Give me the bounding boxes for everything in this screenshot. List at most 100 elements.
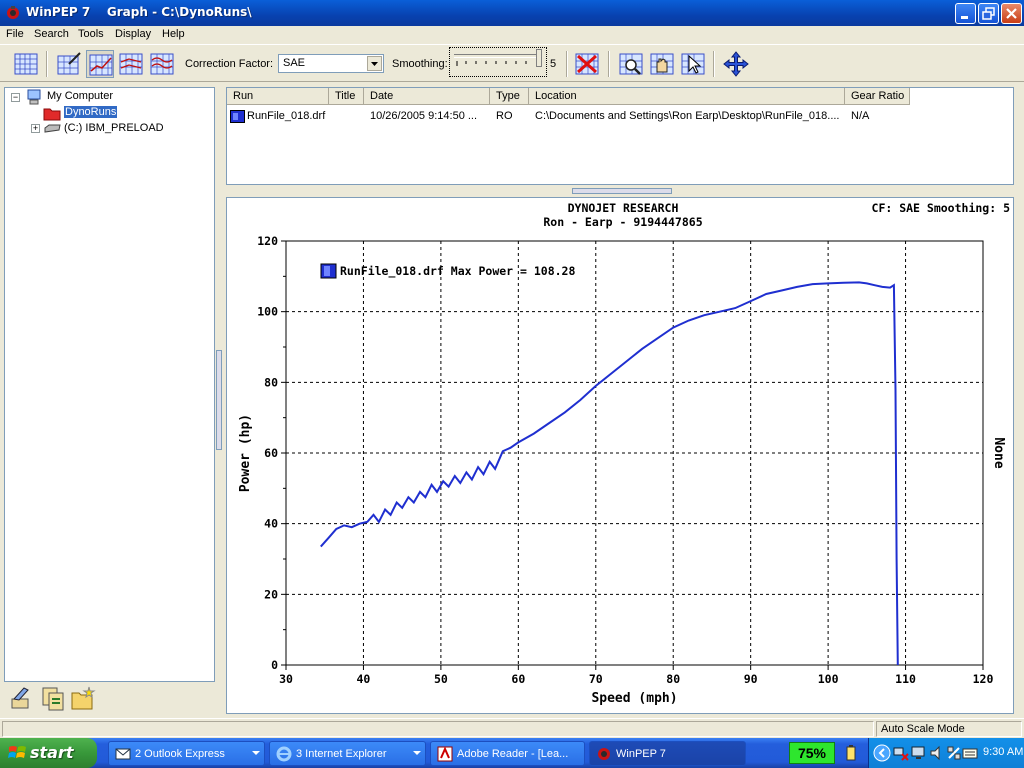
x-tick-label: 50 <box>434 672 448 686</box>
column-header-location[interactable]: Location <box>529 88 845 105</box>
folder-icon <box>43 108 61 121</box>
task-winpep[interactable]: WinPEP 7 <box>589 741 746 766</box>
hand-icon <box>650 53 674 75</box>
tree-item-dynoruns[interactable]: DynoRuns <box>64 106 118 118</box>
adobe-reader-icon <box>437 746 453 762</box>
start-button[interactable]: start <box>0 738 97 768</box>
cursor-icon <box>681 53 705 75</box>
tools-icon[interactable] <box>8 685 34 711</box>
move-arrows-icon <box>723 51 749 77</box>
x-tick-label: 80 <box>666 672 680 686</box>
zoom-button[interactable] <box>617 50 645 78</box>
tree-item-drive-c[interactable]: (C:) IBM_PRELOAD <box>64 122 164 134</box>
horizontal-splitter[interactable] <box>572 188 672 194</box>
title-bar[interactable]: WinPEP 7 Graph - C:\DynoRuns\ <box>0 0 1024 26</box>
menu-search[interactable]: Search <box>34 28 69 40</box>
expand-toggle[interactable]: + <box>31 124 40 133</box>
keyboard-icon[interactable] <box>962 745 978 761</box>
pan-button[interactable] <box>648 50 676 78</box>
system-tray: 9:30 AM <box>868 738 1024 768</box>
battery-icon[interactable] <box>845 744 857 762</box>
cell-type: RO <box>496 110 513 122</box>
collapse-toggle[interactable]: − <box>11 93 20 102</box>
monitor-icon[interactable] <box>911 745 927 761</box>
menu-bar: File Search Tools Display Help <box>0 26 1024 44</box>
y-tick-label: 20 <box>264 587 278 601</box>
afr-graph-button[interactable] <box>148 50 176 78</box>
cell-location: C:\Documents and Settings\Ron Earp\Deskt… <box>535 110 840 122</box>
copy-file-icon[interactable] <box>40 685 66 711</box>
power-chart[interactable]: DYNOJET RESEARCH Ron - Earp - 9194447865… <box>227 198 1013 713</box>
network-icon[interactable] <box>893 745 909 761</box>
cell-gear-ratio: N/A <box>851 110 870 122</box>
torque-graph-button[interactable] <box>117 50 145 78</box>
menu-display[interactable]: Display <box>115 28 151 40</box>
smoothing-value: 5 <box>550 58 557 70</box>
graph-wand-icon <box>57 52 81 75</box>
x-tick-label: 110 <box>895 672 916 686</box>
column-header-date[interactable]: Date <box>364 88 490 105</box>
status-panel-main <box>2 721 874 737</box>
line-graph-icon <box>89 54 113 76</box>
series-line-runfile-018[interactable] <box>320 281 899 666</box>
chart-header-settings: CF: SAE Smoothing: 5 <box>872 201 1011 215</box>
task-outlook-express[interactable]: 2 Outlook Express <box>108 741 265 766</box>
start-label: start <box>30 743 74 762</box>
y-tick-label: 60 <box>264 446 278 460</box>
chevron-down-icon <box>413 751 421 755</box>
autoscale-button[interactable] <box>722 50 750 78</box>
column-header-title[interactable]: Title <box>329 88 364 105</box>
minimize-button[interactable] <box>955 3 976 24</box>
dropdown-arrow[interactable] <box>367 56 382 71</box>
tree-item-my-computer[interactable]: My Computer <box>47 90 113 102</box>
menu-tools[interactable]: Tools <box>78 28 104 40</box>
table-row[interactable]: RunFile_018.drf 10/26/2005 9:14:50 ... R… <box>227 106 1013 126</box>
right-axis-label: None <box>991 437 1006 468</box>
clear-graph-button[interactable] <box>573 50 601 78</box>
multi-line-graph-icon <box>119 53 143 75</box>
task-label: 2 Outlook Express <box>135 748 225 760</box>
task-label: Adobe Reader - [Lea... <box>457 748 569 760</box>
task-adobe-reader[interactable]: Adobe Reader - [Lea... <box>430 741 585 766</box>
zoom-icon <box>619 53 643 75</box>
correction-factor-select[interactable]: SAE <box>278 54 384 73</box>
grid-view-button[interactable] <box>12 50 40 78</box>
x-tick-label: 70 <box>589 672 603 686</box>
close-button[interactable] <box>1001 3 1022 24</box>
maximize-button[interactable] <box>978 3 999 24</box>
new-folder-icon[interactable] <box>70 685 96 711</box>
y-tick-label: 120 <box>257 234 278 248</box>
menu-file[interactable]: File <box>6 28 24 40</box>
legend-label: RunFile_018.drf Max Power = 108.28 <box>340 264 575 279</box>
folder-tree: − My Computer DynoRuns + (C:) IBM_PRELOA… <box>4 87 215 682</box>
vertical-splitter[interactable] <box>216 350 222 450</box>
clear-graph-icon <box>575 53 599 75</box>
chart-header-company: DYNOJET RESEARCH <box>568 201 679 215</box>
column-header-type[interactable]: Type <box>490 88 529 105</box>
battery-meter[interactable]: 75% <box>789 742 835 764</box>
wave-graph-icon <box>150 53 174 75</box>
smoothing-label: Smoothing: <box>392 58 448 70</box>
x-axis-label: Speed (mph) <box>591 691 677 706</box>
menu-help[interactable]: Help <box>162 28 185 40</box>
clock[interactable]: 9:30 AM <box>983 746 1023 758</box>
pointer-button[interactable] <box>679 50 707 78</box>
y-tick-label: 40 <box>264 517 278 531</box>
status-mode: Auto Scale Mode <box>876 721 1022 737</box>
chevron-left-icon[interactable] <box>873 744 891 762</box>
column-header-gear-ratio[interactable]: Gear Ratio <box>845 88 910 105</box>
task-label: 3 Internet Explorer <box>296 748 387 760</box>
volume-icon[interactable] <box>929 745 945 761</box>
power-graph-button[interactable] <box>86 50 114 78</box>
correction-factor-value: SAE <box>283 57 306 69</box>
winpep-app-icon <box>7 6 19 19</box>
tree-tools <box>4 682 215 714</box>
slider-thumb[interactable] <box>536 49 542 67</box>
graph-wizard-button[interactable] <box>55 50 83 78</box>
task-internet-explorer[interactable]: 3 Internet Explorer <box>269 741 426 766</box>
column-header-run[interactable]: Run <box>227 88 329 105</box>
x-tick-label: 40 <box>357 672 371 686</box>
satellite-icon[interactable] <box>946 745 962 761</box>
run-list: Run Title Date Type Location Gear Ratio … <box>226 87 1014 185</box>
slider-ticks <box>456 61 538 66</box>
